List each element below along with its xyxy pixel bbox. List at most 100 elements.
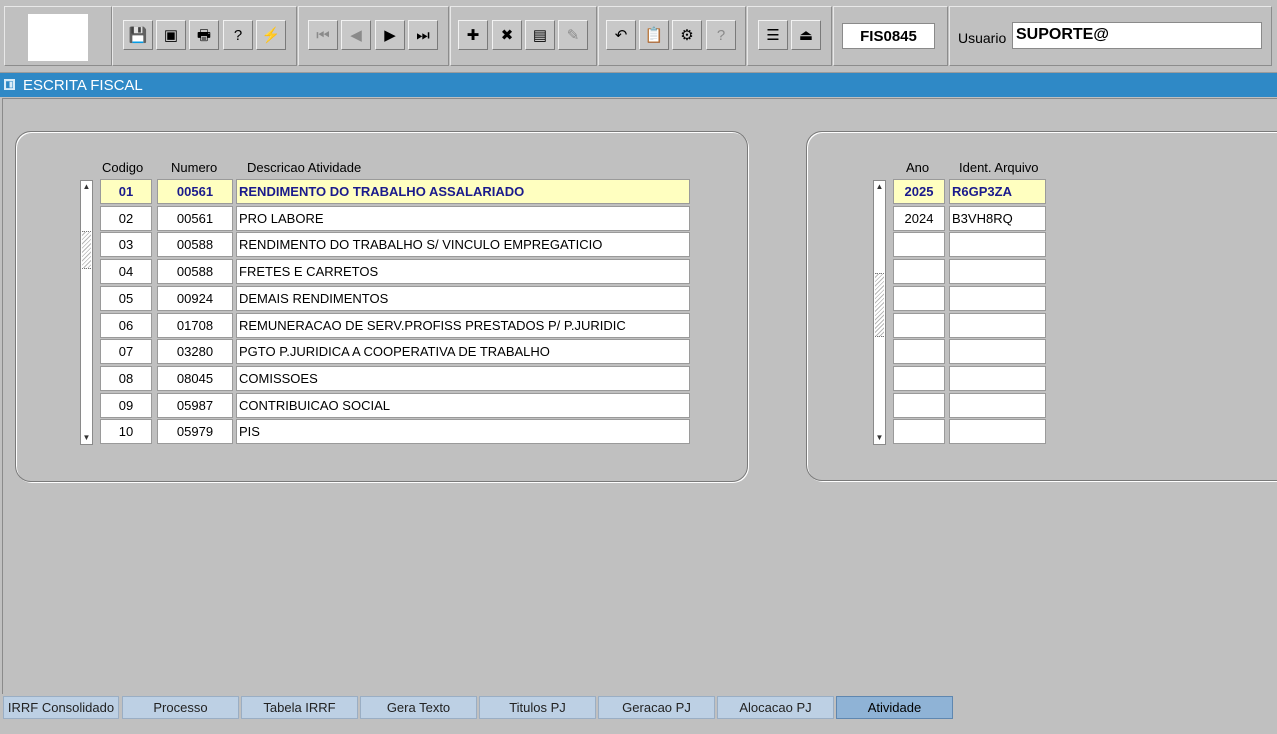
activity-numero-cell[interactable]: 05979 — [157, 419, 233, 445]
undo-button[interactable]: ↶ — [606, 20, 636, 50]
tab-titulos-pj[interactable]: Titulos PJ — [479, 696, 596, 719]
settings-button[interactable]: ⚙ — [672, 20, 702, 50]
tab-atividade[interactable]: Atividade — [836, 696, 953, 719]
tab-bar: IRRF Consolidado Processo Tabela IRRF Gera … — [0, 696, 1277, 734]
file-ident-cell[interactable] — [949, 419, 1046, 445]
query-button[interactable]: ? — [223, 20, 253, 50]
activity-descricao-cell[interactable]: REMUNERACAO DE SERV.PROFISS PRESTADOS P/… — [236, 312, 690, 338]
delete-record-button[interactable]: ✖ — [492, 20, 522, 50]
activity-codigo-cell[interactable]: 02 — [100, 205, 152, 231]
exit-button[interactable]: ⏏ — [791, 20, 821, 50]
edit-icon: ✎ — [566, 26, 580, 44]
undo-icon: ↶ — [614, 26, 628, 44]
activity-codigo-cell[interactable]: 06 — [100, 312, 152, 338]
header-codigo: Codigo — [102, 160, 144, 175]
file-ident-cell[interactable] — [949, 285, 1046, 311]
insert-record-button[interactable]: ✚ — [458, 20, 488, 50]
activity-numero-cell[interactable]: 00561 — [157, 179, 233, 204]
last-record-button[interactable]: ⏭ — [408, 20, 438, 50]
activity-descricao-cell[interactable]: CONTRIBUICAO SOCIAL — [236, 392, 690, 418]
scroll-up-icon[interactable]: ▲ — [81, 181, 92, 193]
activity-numero-cell[interactable]: 00588 — [157, 259, 233, 285]
scroll-thumb[interactable] — [82, 231, 91, 269]
file-ano-cell[interactable] — [893, 419, 945, 445]
file-ident-cell[interactable]: R6GP3ZA — [949, 179, 1046, 204]
tab-gera-texto[interactable]: Gera Texto — [360, 696, 477, 719]
activity-codigo-cell[interactable]: 04 — [100, 259, 152, 285]
tab-alocacao-pj[interactable]: Alocacao PJ — [717, 696, 834, 719]
file-ident-cell[interactable] — [949, 392, 1046, 418]
tab-geracao-pj[interactable]: Geracao PJ — [598, 696, 715, 719]
activity-codigo-cell[interactable]: 05 — [100, 285, 152, 311]
file-ano-cell[interactable] — [893, 365, 945, 391]
file-ident-cell[interactable]: B3VH8RQ — [949, 205, 1046, 231]
last-record-icon: ⏭ — [416, 26, 430, 44]
edit-button[interactable]: ✎ — [558, 20, 588, 50]
file-ident-cell[interactable] — [949, 339, 1046, 365]
header-ano: Ano — [906, 160, 930, 175]
activity-numero-cell[interactable]: 00924 — [157, 285, 233, 311]
activity-codigo-cell[interactable]: 01 — [100, 179, 152, 204]
file-ano-cell[interactable] — [893, 232, 945, 258]
activity-numero-cell[interactable]: 00561 — [157, 205, 233, 231]
exit-icon: ⏏ — [798, 26, 814, 44]
scroll-thumb[interactable] — [875, 273, 884, 337]
activity-codigo-cell[interactable]: 07 — [100, 339, 152, 365]
print-button[interactable]: 🖶 — [189, 20, 219, 50]
file-ano-cell[interactable]: 2024 — [893, 205, 945, 231]
first-record-button[interactable]: ⏮ — [308, 20, 338, 50]
activity-descricao-cell[interactable]: RENDIMENTO DO TRABALHO S/ VINCULO EMPREG… — [236, 232, 690, 258]
activity-descricao-cell[interactable]: PIS — [236, 419, 690, 445]
file-ano-cell[interactable] — [893, 312, 945, 338]
activity-codigo-cell[interactable]: 10 — [100, 419, 152, 445]
activity-codigo-cell[interactable]: 09 — [100, 392, 152, 418]
form-code-field: FIS0845 — [842, 23, 935, 49]
file-ident-cell[interactable] — [949, 365, 1046, 391]
file-ident-cell[interactable] — [949, 232, 1046, 258]
user-field[interactable]: SUPORTE@ — [1012, 22, 1262, 49]
file-ident-cell[interactable] — [949, 259, 1046, 285]
activity-descricao-cell[interactable]: PRO LABORE — [236, 205, 690, 231]
tab-irrf-consolidado[interactable]: IRRF Consolidado — [3, 696, 119, 719]
scroll-up-icon[interactable]: ▲ — [874, 181, 885, 193]
file-ident-cell[interactable] — [949, 312, 1046, 338]
delete-record-icon: ✖ — [500, 26, 514, 44]
tab-processo[interactable]: Processo — [122, 696, 239, 719]
activity-descricao-cell[interactable]: COMISSOES — [236, 365, 690, 391]
window-title: ESCRITA FISCAL — [23, 77, 143, 94]
activity-codigo-cell[interactable]: 08 — [100, 365, 152, 391]
scroll-down-icon[interactable]: ▼ — [81, 432, 92, 444]
activity-numero-cell[interactable]: 05987 — [157, 392, 233, 418]
file-ano-cell[interactable] — [893, 285, 945, 311]
activities-scrollbar[interactable]: ▲ ▼ — [80, 180, 93, 445]
activity-descricao-cell[interactable]: RENDIMENTO DO TRABALHO ASSALARIADO — [236, 179, 690, 204]
activity-numero-cell[interactable]: 01708 — [157, 312, 233, 338]
activity-numero-cell[interactable]: 03280 — [157, 339, 233, 365]
files-scrollbar[interactable]: ▲ ▼ — [873, 180, 886, 445]
tab-tabela-irrf[interactable]: Tabela IRRF — [241, 696, 358, 719]
scroll-down-icon[interactable]: ▼ — [874, 432, 885, 444]
execute-query-icon: ⚡ — [261, 26, 281, 44]
activity-codigo-cell[interactable]: 03 — [100, 232, 152, 258]
clipboard-button[interactable]: 📋 — [639, 20, 669, 50]
menu-button[interactable]: ☰ — [758, 20, 788, 50]
file-ano-cell[interactable] — [893, 392, 945, 418]
activity-numero-cell[interactable]: 08045 — [157, 365, 233, 391]
activity-descricao-cell[interactable]: FRETES E CARRETOS — [236, 259, 690, 285]
activity-descricao-cell[interactable]: PGTO P.JURIDICA A COOPERATIVA DE TRABALH… — [236, 339, 690, 365]
save-button[interactable]: 💾 — [123, 20, 153, 50]
next-record-icon: ▶ — [384, 26, 396, 44]
previous-record-button[interactable]: ◀ — [341, 20, 371, 50]
activity-numero-cell[interactable]: 00588 — [157, 232, 233, 258]
file-ano-cell[interactable] — [893, 259, 945, 285]
file-ano-cell[interactable] — [893, 339, 945, 365]
activity-descricao-cell[interactable]: DEMAIS RENDIMENTOS — [236, 285, 690, 311]
insert-record-icon: ✚ — [466, 26, 480, 44]
list-of-values-button[interactable]: ▤ — [525, 20, 555, 50]
window-button[interactable]: ▣ — [156, 20, 186, 50]
file-ano-cell[interactable]: 2025 — [893, 179, 945, 204]
next-record-button[interactable]: ▶ — [375, 20, 405, 50]
execute-query-button[interactable]: ⚡ — [256, 20, 286, 50]
header-ident-arquivo: Ident. Arquivo — [959, 160, 1039, 175]
help-button[interactable]: ? — [706, 20, 736, 50]
